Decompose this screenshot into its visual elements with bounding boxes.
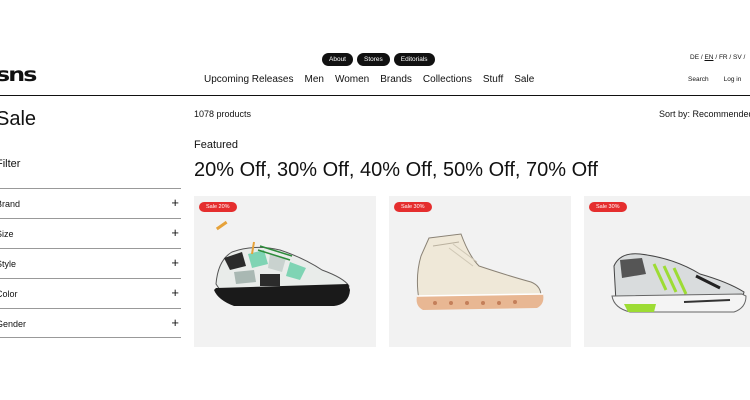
filter-label: Color [0, 289, 18, 299]
login-link[interactable]: Log in [724, 76, 742, 83]
low-top-sneaker-camo-icon [214, 220, 350, 306]
language-switcher: DE / EN / FR / SV / [690, 54, 745, 61]
nav-stuff[interactable]: Stuff [483, 74, 503, 85]
sale-headline: 20% Off, 30% Off, 40% Off, 50% Off, 70% … [194, 159, 598, 181]
stores-pill[interactable]: Stores [357, 53, 390, 66]
lang-en[interactable]: EN [704, 54, 713, 61]
filter-list: Brand + Size + Style + Color + Gender + [0, 188, 181, 338]
nav-collections[interactable]: Collections [423, 74, 472, 85]
nav-men[interactable]: Men [305, 74, 324, 85]
plus-icon: + [171, 285, 179, 300]
lang-separator: / [729, 54, 732, 61]
page-title: Sale [0, 108, 37, 130]
nav-women[interactable]: Women [335, 74, 369, 85]
lang-sv[interactable]: SV [733, 54, 742, 61]
plus-icon: + [171, 225, 179, 240]
filter-label: Gender [0, 319, 27, 329]
featured-label: Featured [194, 139, 239, 151]
editorials-pill[interactable]: Editorials [393, 53, 435, 66]
product-card[interactable]: Sale 30% [389, 196, 571, 347]
filter-color[interactable]: Color + [0, 278, 181, 308]
lang-fr[interactable]: FR [719, 54, 728, 61]
nav-brands[interactable]: Brands [380, 74, 412, 85]
product-card[interactable]: Sale 30% [584, 196, 750, 347]
sort-dropdown[interactable]: Sort by: Recommended [659, 109, 750, 119]
plus-icon: + [171, 315, 179, 330]
filter-gender[interactable]: Gender + [0, 308, 181, 338]
utility-pills: About Stores Editorials [322, 53, 435, 66]
nav-sale[interactable]: Sale [514, 74, 534, 85]
filter-label: Style [0, 259, 17, 269]
lang-separator: / [715, 54, 718, 61]
utility-links: Search Log in [688, 76, 741, 83]
filter-label: Size [0, 229, 14, 239]
filter-brand[interactable]: Brand + [0, 188, 181, 218]
plus-icon: + [171, 255, 179, 270]
plus-icon: + [171, 195, 179, 210]
about-pill[interactable]: About [322, 53, 353, 66]
site-header: sns About Stores Editorials Upcoming Rel… [0, 0, 750, 96]
search-link[interactable]: Search [688, 76, 709, 83]
lang-separator: / [743, 54, 746, 61]
sale-badge: Sale 20% [199, 202, 237, 212]
high-top-sneaker-cream-icon [416, 233, 544, 310]
filter-size[interactable]: Size + [0, 218, 181, 248]
nav-upcoming-releases[interactable]: Upcoming Releases [204, 74, 294, 85]
lang-separator: / [700, 54, 703, 61]
filter-style[interactable]: Style + [0, 248, 181, 278]
filter-heading: Filter [0, 158, 21, 170]
sale-badge: Sale 30% [394, 202, 432, 212]
lang-de[interactable]: DE [690, 54, 699, 61]
filter-label: Brand [0, 199, 21, 209]
product-card[interactable]: Sale 20% [194, 196, 376, 347]
main-nav: Upcoming Releases Men Women Brands Colle… [204, 74, 534, 85]
product-count: 1078 products [194, 109, 252, 119]
running-sneaker-green-icon [611, 253, 747, 313]
sns-logo[interactable]: sns [0, 64, 37, 86]
sale-badge: Sale 30% [589, 202, 627, 212]
